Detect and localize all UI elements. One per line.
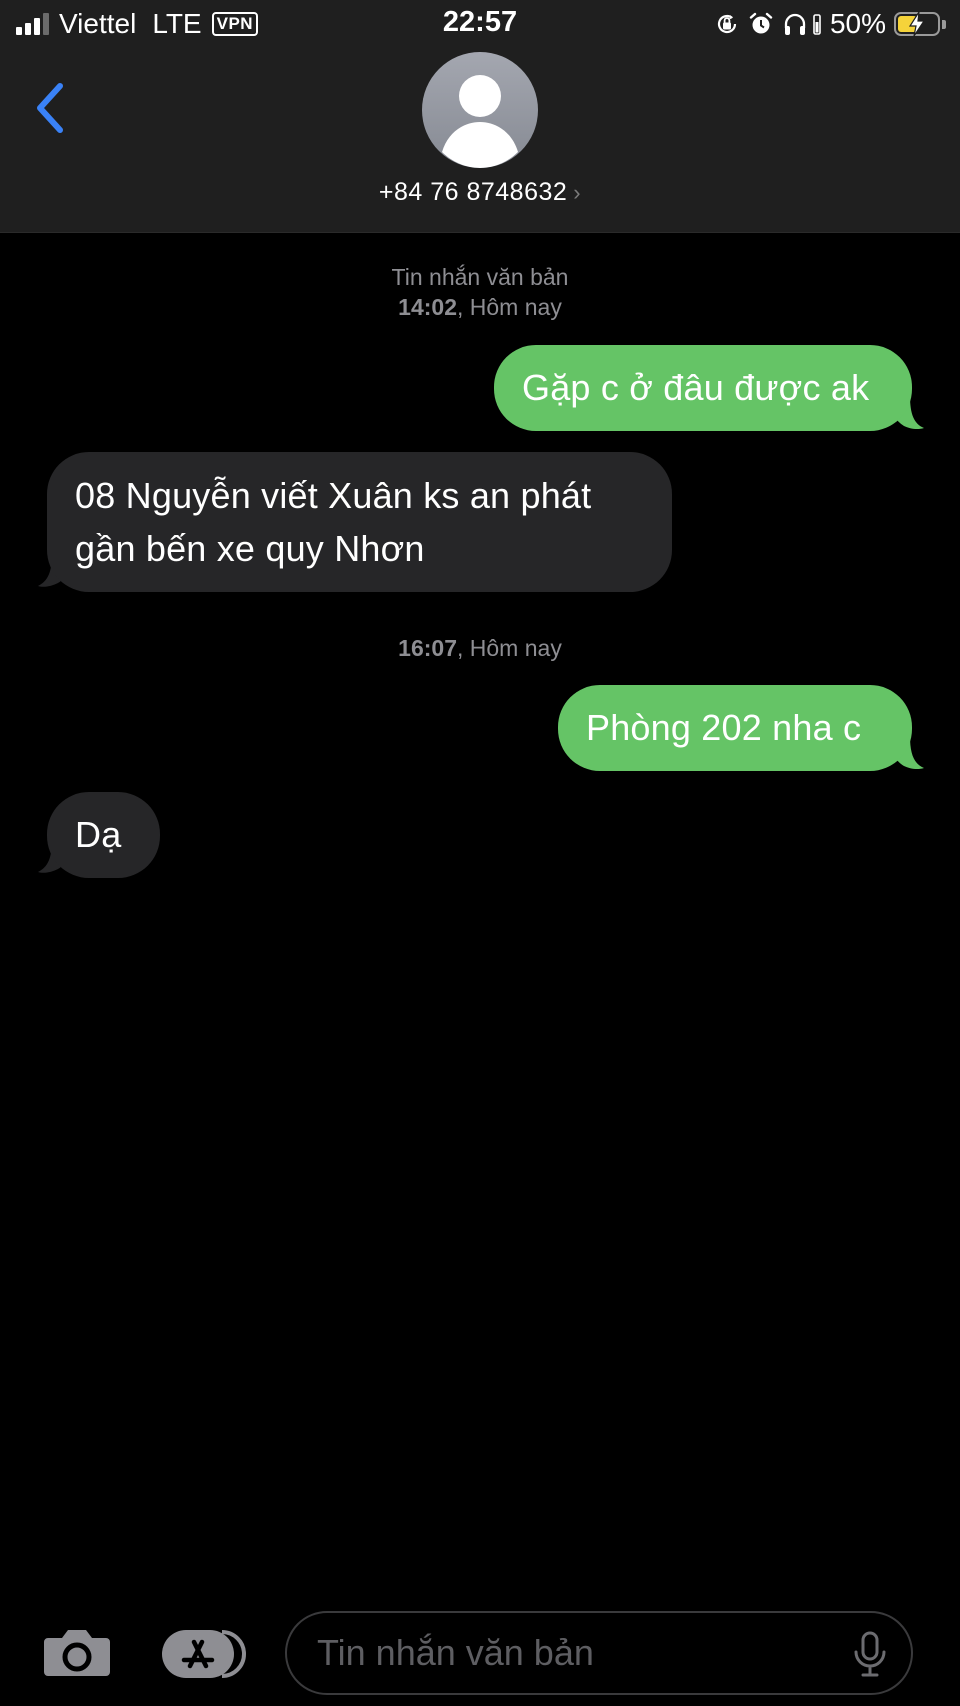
back-chevron-icon bbox=[37, 83, 63, 133]
timestamp-header: 16:07, Hôm nay bbox=[0, 633, 960, 663]
app-store-button[interactable] bbox=[160, 1626, 248, 1682]
message-bubble-sent[interactable]: Phòng 202 nha c bbox=[558, 685, 912, 771]
camera-icon bbox=[44, 1630, 110, 1676]
timestamp-header: Tin nhắn văn bản 14:02, Hôm nay bbox=[0, 262, 960, 322]
headphones-icon bbox=[784, 13, 806, 35]
back-button[interactable] bbox=[30, 80, 74, 136]
message-text-line: 08 Nguyễn viết Xuân ks an phát bbox=[75, 475, 592, 516]
message-input[interactable] bbox=[285, 1611, 913, 1695]
microphone-icon bbox=[854, 1631, 886, 1677]
contact-name-button[interactable]: +84 76 8748632 › bbox=[0, 178, 960, 207]
alarm-icon bbox=[749, 12, 773, 34]
person-avatar-icon bbox=[442, 75, 518, 168]
contact-avatar[interactable] bbox=[422, 52, 538, 168]
message-bubble-received[interactable]: Dạ bbox=[47, 792, 160, 878]
messages-screen: Viettel LTE VPN 22:57 50% +84 76 8748632… bbox=[0, 0, 960, 1706]
status-bar: Viettel LTE VPN 22:57 50% bbox=[0, 0, 960, 48]
camera-button[interactable] bbox=[42, 1626, 112, 1680]
contact-name: +84 76 8748632 bbox=[378, 178, 568, 206]
microphone-button[interactable] bbox=[850, 1630, 890, 1678]
status-bar-right: 50% bbox=[714, 8, 946, 40]
message-bubble-received[interactable]: 08 Nguyễn viết Xuân ks an phát gần bến x… bbox=[47, 452, 672, 592]
message-bubble-sent[interactable]: Gặp c ở đâu được ak bbox=[494, 345, 912, 431]
timestamp-time: 14:02 bbox=[398, 294, 457, 320]
battery-cap bbox=[942, 19, 946, 29]
battery-percent: 50% bbox=[829, 8, 886, 39]
message-text: Phòng 202 nha c bbox=[586, 707, 862, 748]
chevron-right-icon: › bbox=[573, 180, 582, 205]
message-text-line: gần bến xe quy Nhơn bbox=[75, 528, 425, 569]
charging-bolt-icon bbox=[908, 11, 926, 37]
timestamp-service-label: Tin nhắn văn bản bbox=[391, 264, 569, 290]
timestamp-time: 16:07 bbox=[398, 635, 457, 661]
battery-small-icon bbox=[813, 14, 821, 35]
message-text: Dạ bbox=[75, 814, 122, 855]
timestamp-day: , Hôm nay bbox=[457, 294, 562, 320]
battery-charging-icon bbox=[894, 11, 940, 37]
orientation-lock-icon bbox=[717, 14, 737, 34]
conversation-header: Viettel LTE VPN 22:57 50% +84 76 8748632… bbox=[0, 0, 960, 233]
timestamp-day: , Hôm nay bbox=[457, 635, 562, 661]
message-text: Gặp c ở đâu được ak bbox=[522, 367, 870, 408]
app-store-icon bbox=[162, 1630, 246, 1678]
